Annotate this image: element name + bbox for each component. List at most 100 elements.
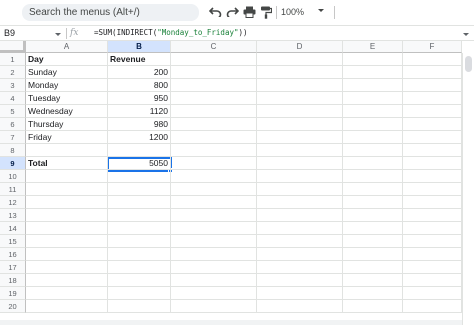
cell-c13[interactable]	[171, 209, 257, 222]
cell-a16[interactable]	[26, 248, 108, 261]
vertical-scrollbar[interactable]	[462, 53, 474, 325]
cell-e17[interactable]	[343, 261, 403, 274]
cell-a12[interactable]	[26, 196, 108, 209]
cell-b8[interactable]	[108, 144, 171, 157]
cell-d2[interactable]	[257, 66, 343, 79]
cell-e1[interactable]	[343, 53, 403, 66]
cell-c18[interactable]	[171, 274, 257, 287]
undo-icon[interactable]	[207, 4, 223, 20]
cell-e11[interactable]	[343, 183, 403, 196]
cell-f9[interactable]	[403, 157, 462, 170]
name-box-caret-icon[interactable]	[54, 30, 62, 36]
cell-c17[interactable]	[171, 261, 257, 274]
menu-search-input[interactable]: Search the menus (Alt+/)	[22, 4, 199, 21]
formula-bar-expand-icon[interactable]	[462, 30, 470, 36]
cell-f15[interactable]	[403, 235, 462, 248]
cell-a7[interactable]: Friday	[26, 131, 108, 144]
cell-c10[interactable]	[171, 170, 257, 183]
cell-e5[interactable]	[343, 105, 403, 118]
cell-e15[interactable]	[343, 235, 403, 248]
print-icon[interactable]	[241, 4, 257, 20]
cell-b18[interactable]	[108, 274, 171, 287]
column-header-d[interactable]: D	[257, 41, 343, 53]
cell-e6[interactable]	[343, 118, 403, 131]
row-header-20[interactable]: 20	[0, 300, 26, 313]
cell-b5[interactable]: 1120	[108, 105, 171, 118]
cell-b11[interactable]	[108, 183, 171, 196]
cell-d19[interactable]	[257, 287, 343, 300]
cell-f19[interactable]	[403, 287, 462, 300]
cell-e16[interactable]	[343, 248, 403, 261]
cell-a8[interactable]	[26, 144, 108, 157]
column-header-a[interactable]: A	[26, 41, 108, 53]
row-header-13[interactable]: 13	[0, 209, 26, 222]
row-header-11[interactable]: 11	[0, 183, 26, 196]
cell-f6[interactable]	[403, 118, 462, 131]
cell-a10[interactable]	[26, 170, 108, 183]
cell-a19[interactable]	[26, 287, 108, 300]
cell-b13[interactable]	[108, 209, 171, 222]
cell-c19[interactable]	[171, 287, 257, 300]
cell-e9[interactable]	[343, 157, 403, 170]
cell-f20[interactable]	[403, 300, 462, 313]
cell-f3[interactable]	[403, 79, 462, 92]
cell-f2[interactable]	[403, 66, 462, 79]
cell-d8[interactable]	[257, 144, 343, 157]
cell-a2[interactable]: Sunday	[26, 66, 108, 79]
cell-e8[interactable]	[343, 144, 403, 157]
cell-d6[interactable]	[257, 118, 343, 131]
cell-a1[interactable]: Day	[26, 53, 108, 66]
cell-c7[interactable]	[171, 131, 257, 144]
cell-c5[interactable]	[171, 105, 257, 118]
cell-e19[interactable]	[343, 287, 403, 300]
cell-a5[interactable]: Wednesday	[26, 105, 108, 118]
cell-f17[interactable]	[403, 261, 462, 274]
cell-d1[interactable]	[257, 53, 343, 66]
cell-c20[interactable]	[171, 300, 257, 313]
cell-e20[interactable]	[343, 300, 403, 313]
row-header-9[interactable]: 9	[0, 157, 26, 170]
cell-c3[interactable]	[171, 79, 257, 92]
cell-d13[interactable]	[257, 209, 343, 222]
row-header-2[interactable]: 2	[0, 66, 26, 79]
cell-b10[interactable]	[108, 170, 171, 183]
row-header-16[interactable]: 16	[0, 248, 26, 261]
cell-c8[interactable]	[171, 144, 257, 157]
cell-b16[interactable]	[108, 248, 171, 261]
cell-b19[interactable]	[108, 287, 171, 300]
cell-d16[interactable]	[257, 248, 343, 261]
cell-d15[interactable]	[257, 235, 343, 248]
cell-d5[interactable]	[257, 105, 343, 118]
cell-f16[interactable]	[403, 248, 462, 261]
cell-f4[interactable]	[403, 92, 462, 105]
cell-e10[interactable]	[343, 170, 403, 183]
cell-f18[interactable]	[403, 274, 462, 287]
cell-b6[interactable]: 980	[108, 118, 171, 131]
cell-f11[interactable]	[403, 183, 462, 196]
cell-b9[interactable]: 5050	[108, 157, 171, 170]
formula-input[interactable]: =SUM(INDIRECT("Monday_to_Friday"))	[94, 26, 248, 40]
cell-b15[interactable]	[108, 235, 171, 248]
cell-d3[interactable]	[257, 79, 343, 92]
zoom-caret-icon[interactable]	[317, 5, 327, 17]
row-header-12[interactable]: 12	[0, 196, 26, 209]
column-header-c[interactable]: C	[171, 41, 257, 53]
row-header-1[interactable]: 1	[0, 53, 26, 66]
cell-c16[interactable]	[171, 248, 257, 261]
cell-a17[interactable]	[26, 261, 108, 274]
cell-d11[interactable]	[257, 183, 343, 196]
cell-a4[interactable]: Tuesday	[26, 92, 108, 105]
column-header-f[interactable]: F	[403, 41, 462, 53]
cell-a11[interactable]	[26, 183, 108, 196]
cell-d10[interactable]	[257, 170, 343, 183]
column-header-e[interactable]: E	[343, 41, 403, 53]
cell-c9[interactable]	[171, 157, 257, 170]
redo-icon[interactable]	[224, 4, 240, 20]
row-header-8[interactable]: 8	[0, 144, 26, 157]
cell-a20[interactable]	[26, 300, 108, 313]
horizontal-scrollbar[interactable]	[0, 320, 462, 325]
cell-a13[interactable]	[26, 209, 108, 222]
row-header-19[interactable]: 19	[0, 287, 26, 300]
cell-c6[interactable]	[171, 118, 257, 131]
cell-b2[interactable]: 200	[108, 66, 171, 79]
